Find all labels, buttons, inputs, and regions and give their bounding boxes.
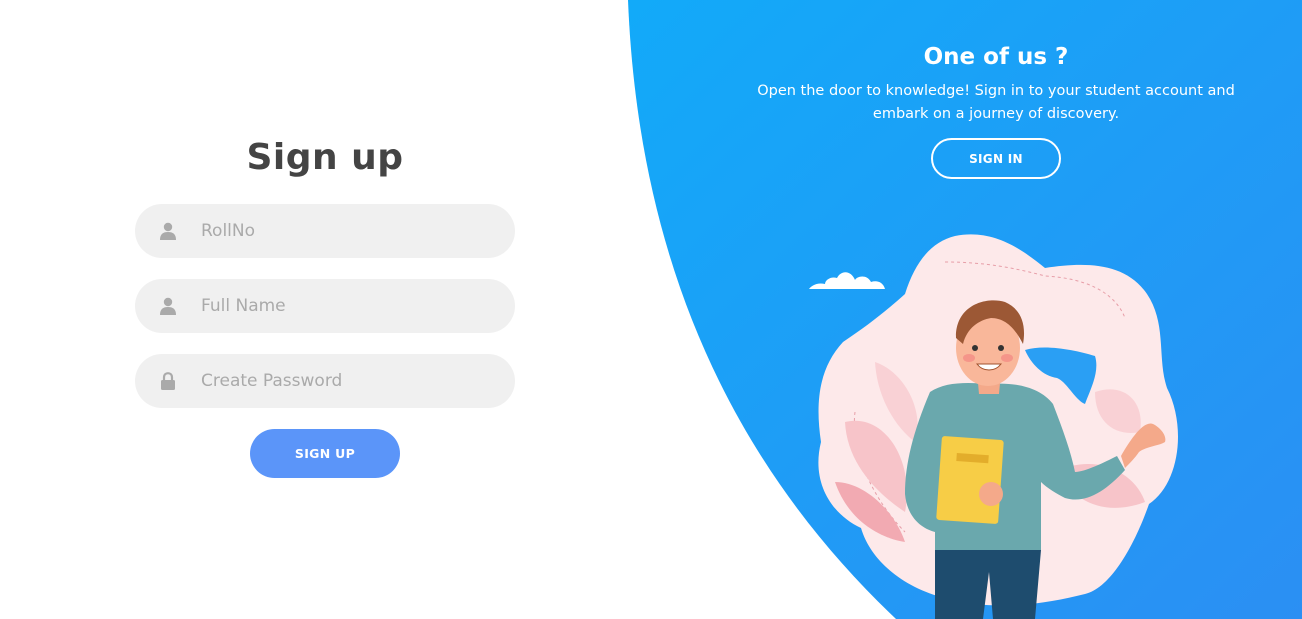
rollno-field[interactable]: [135, 204, 515, 258]
signup-page: Sign up SIGN UP One of us ? Open the doo…: [0, 0, 1302, 619]
lock-icon: [135, 354, 201, 408]
user-icon: [135, 279, 201, 333]
user-icon: [135, 204, 201, 258]
panel-text: Open the door to knowledge! Sign in to y…: [757, 83, 1235, 122]
fullname-input[interactable]: [201, 286, 491, 326]
panel-title: One of us ?: [923, 44, 1069, 70]
signup-title: Sign up: [246, 137, 404, 178]
password-input[interactable]: [201, 361, 491, 401]
fullname-field[interactable]: [135, 279, 515, 333]
signup-button[interactable]: SIGN UP: [250, 429, 400, 478]
panel-content: One of us ? Open the door to knowledge! …: [740, 40, 1252, 179]
student-with-book-illustration: [800, 234, 1179, 619]
password-field[interactable]: [135, 354, 515, 408]
signin-button[interactable]: SIGN IN: [931, 138, 1061, 179]
rollno-input[interactable]: [201, 211, 491, 251]
signup-form: Sign up SIGN UP: [135, 130, 515, 478]
